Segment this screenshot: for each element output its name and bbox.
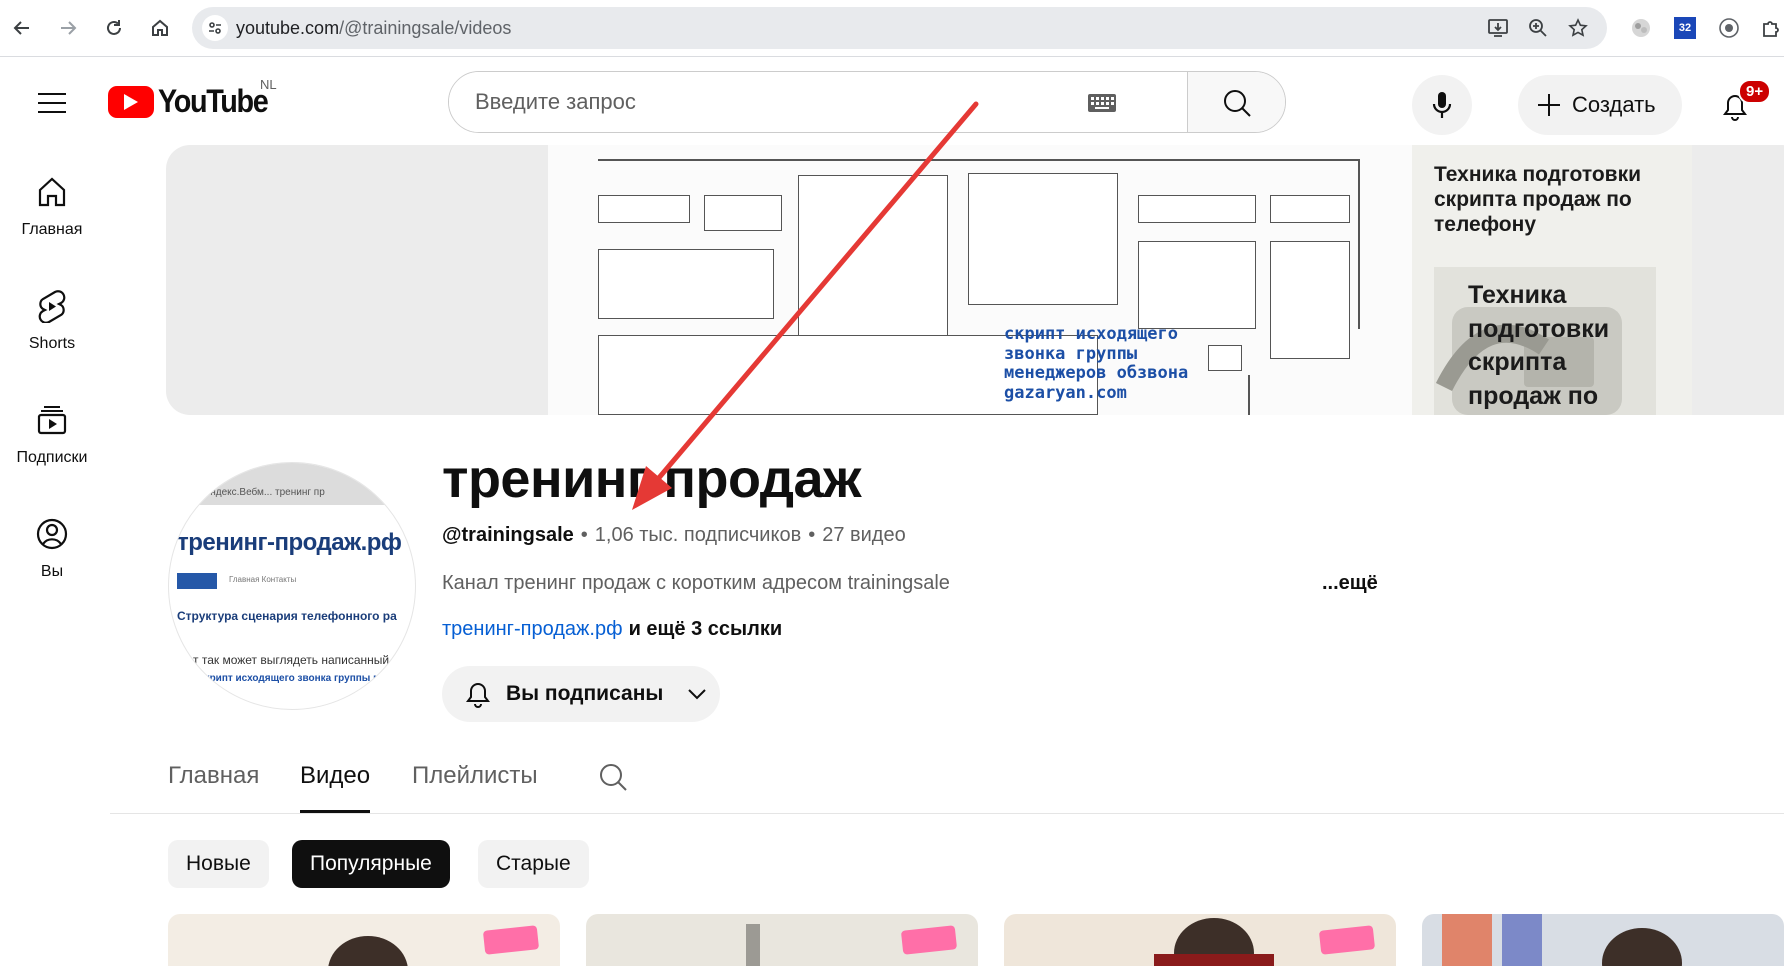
page: youtube.com/@trainingsale/videos 32 YouT…: [0, 0, 1784, 966]
annotation-arrow: [632, 101, 979, 510]
